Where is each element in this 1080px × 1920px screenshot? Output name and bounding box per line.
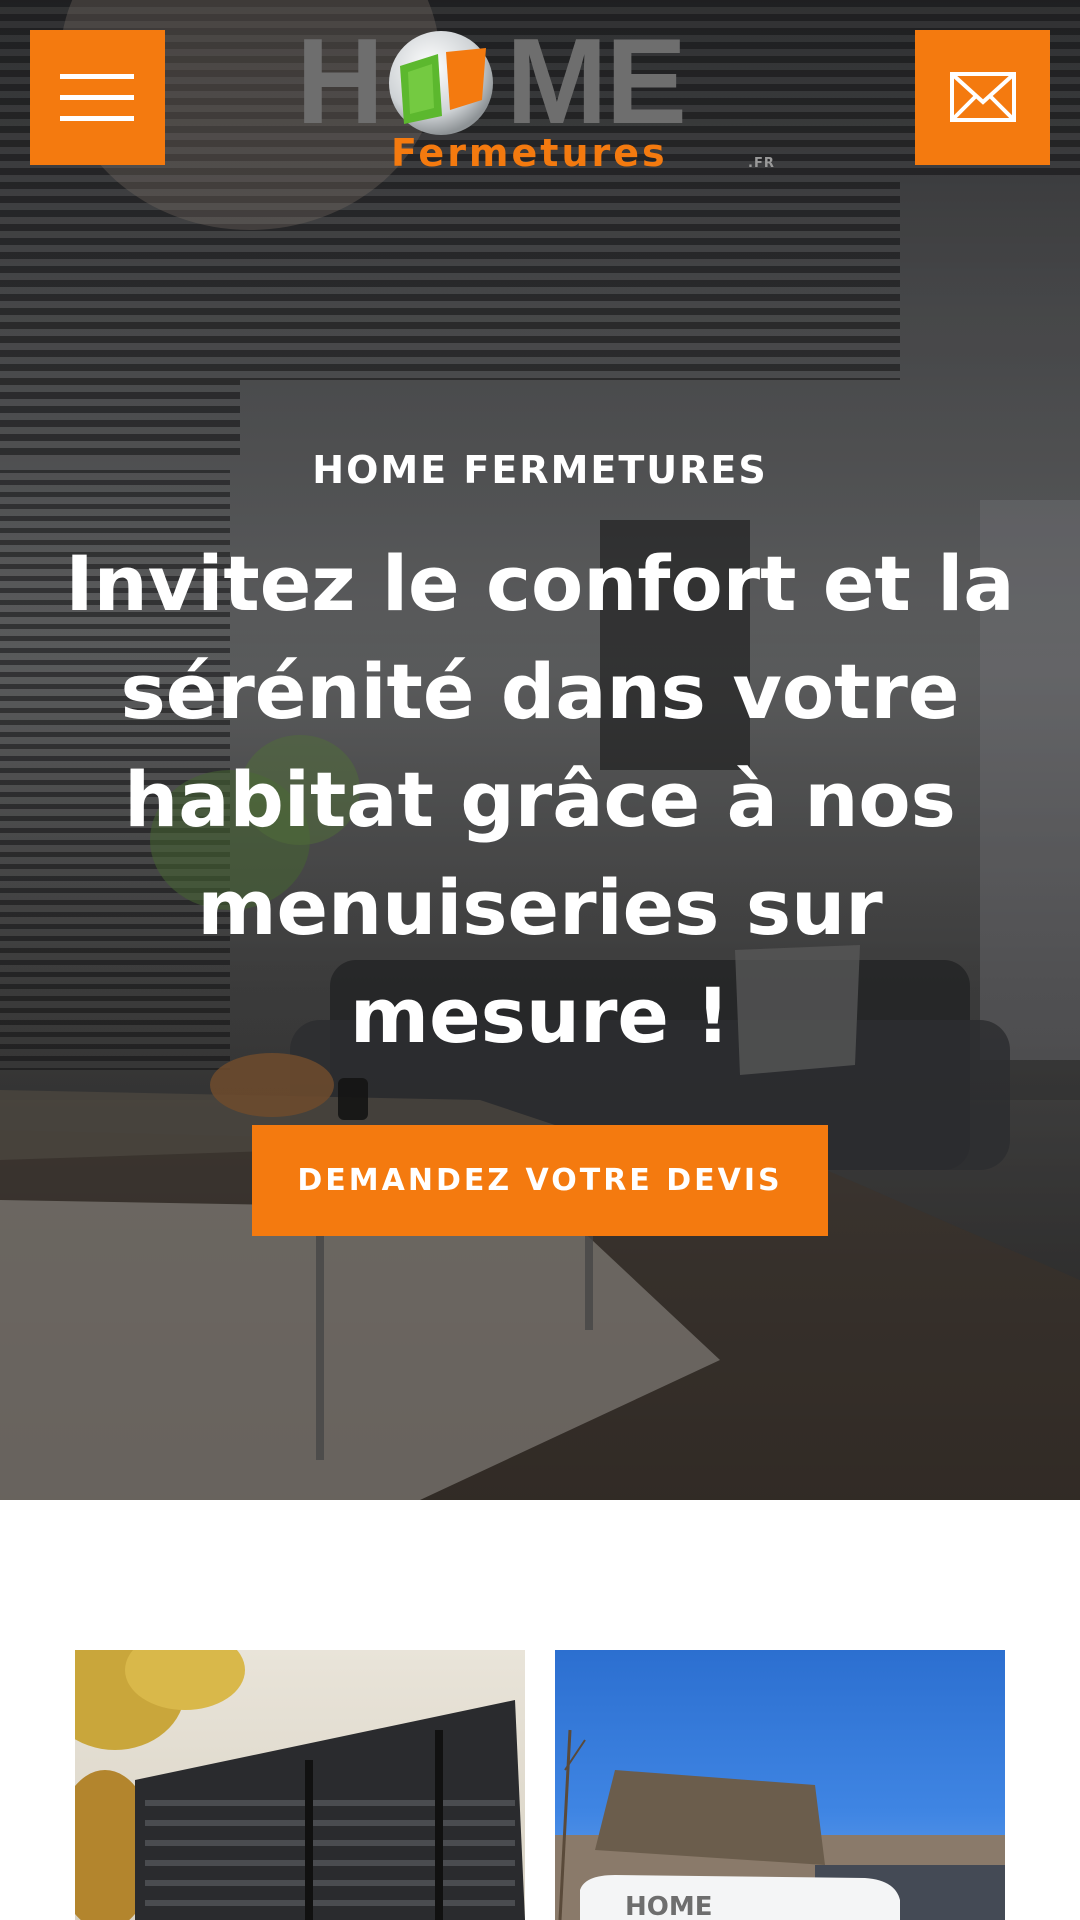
logo-subtitle: Fermetures — [391, 131, 668, 175]
hamburger-icon-bar-3 — [60, 116, 134, 121]
hero-eyebrow: HOME FERMETURES — [312, 448, 768, 492]
logo-tld: .FR — [748, 156, 775, 171]
site-logo[interactable]: H ME Fermetures .FR — [296, 20, 786, 178]
van-photo: HOME — [555, 1729, 1005, 1920]
request-quote-button[interactable]: DEMANDEZ VOTRE DEVIS — [252, 1125, 828, 1236]
logo-letters-me: ME — [506, 13, 687, 149]
card-shutters-image[interactable] — [75, 1650, 525, 1920]
envelope-icon — [950, 72, 1016, 122]
hero-section: H ME Fermetures .FR HOME FERMETURES Invi… — [0, 0, 1080, 1500]
shutters-photo — [75, 1650, 525, 1920]
van-logo-text: HOME — [625, 1892, 713, 1920]
menu-button[interactable] — [30, 30, 165, 165]
contact-email-button[interactable] — [915, 30, 1050, 165]
hamburger-icon-bar-2 — [60, 95, 134, 100]
logo-globe-icon — [389, 31, 493, 135]
hamburger-icon — [60, 74, 134, 79]
card-van-image[interactable]: HOME — [555, 1650, 1005, 1920]
logo-letter-h: H — [296, 13, 384, 149]
hero-headline: Invitez le confort et la sérénité dans v… — [65, 539, 1015, 1060]
